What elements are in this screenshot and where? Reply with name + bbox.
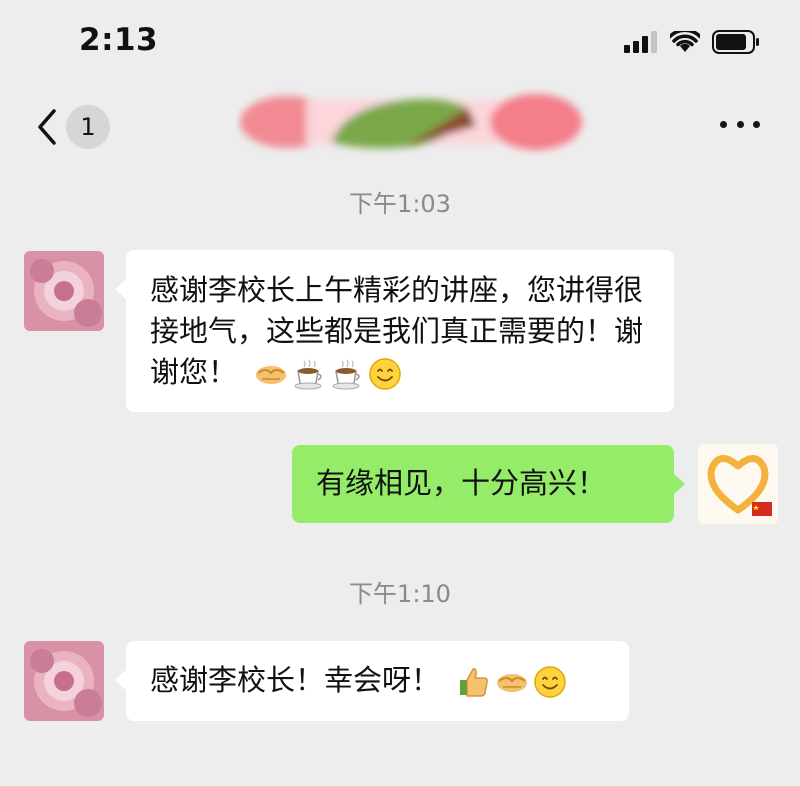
message-text: 有缘相见，十分高兴！ xyxy=(316,466,607,500)
signal-icon xyxy=(624,31,657,53)
coffee-emoji xyxy=(332,359,360,390)
incoming-message-bubble[interactable]: 感谢李校长！幸会呀！ xyxy=(115,641,629,721)
handshake-emoji xyxy=(497,674,528,692)
unread-count-badge: 1 xyxy=(66,105,110,149)
battery-icon xyxy=(712,30,759,54)
back-button[interactable]: 1 xyxy=(36,104,126,150)
flower-avatar-image xyxy=(24,641,104,721)
chevron-left-icon xyxy=(38,109,56,145)
message-timestamp: 下午1:03 xyxy=(349,190,451,218)
flower-avatar-image xyxy=(24,251,104,331)
more-options-button[interactable] xyxy=(720,114,760,134)
message-emojis xyxy=(254,357,402,391)
chat-title-banner[interactable] xyxy=(236,86,590,158)
thumbs-up-emoji xyxy=(460,668,489,697)
coffee-emoji xyxy=(294,359,322,390)
handshake-emoji xyxy=(256,366,287,384)
status-time: 2:13 xyxy=(79,22,159,58)
wifi-icon xyxy=(670,31,700,52)
ellipsis-icon xyxy=(720,120,727,128)
message-timestamp: 下午1:10 xyxy=(349,580,451,608)
smile-emoji xyxy=(369,358,401,390)
contact-avatar[interactable] xyxy=(24,641,104,721)
my-avatar[interactable] xyxy=(698,444,778,524)
status-bar: 2:13 xyxy=(0,0,800,80)
outgoing-message-bubble[interactable]: 有缘相见，十分高兴！ xyxy=(292,445,685,523)
status-icons xyxy=(624,30,760,54)
incoming-message-bubble[interactable]: 感谢李校长上午精彩的讲座，您讲得很接地气，这些都是我们真正需要的！谢谢您！ xyxy=(115,250,674,412)
message-emojis xyxy=(457,665,567,699)
contact-avatar[interactable] xyxy=(24,251,104,331)
message-text: 感谢李校长！幸会呀！ xyxy=(150,663,441,697)
smile-emoji xyxy=(534,666,566,698)
heart-avatar-image xyxy=(698,444,778,524)
chat-header: 1 xyxy=(0,80,800,170)
